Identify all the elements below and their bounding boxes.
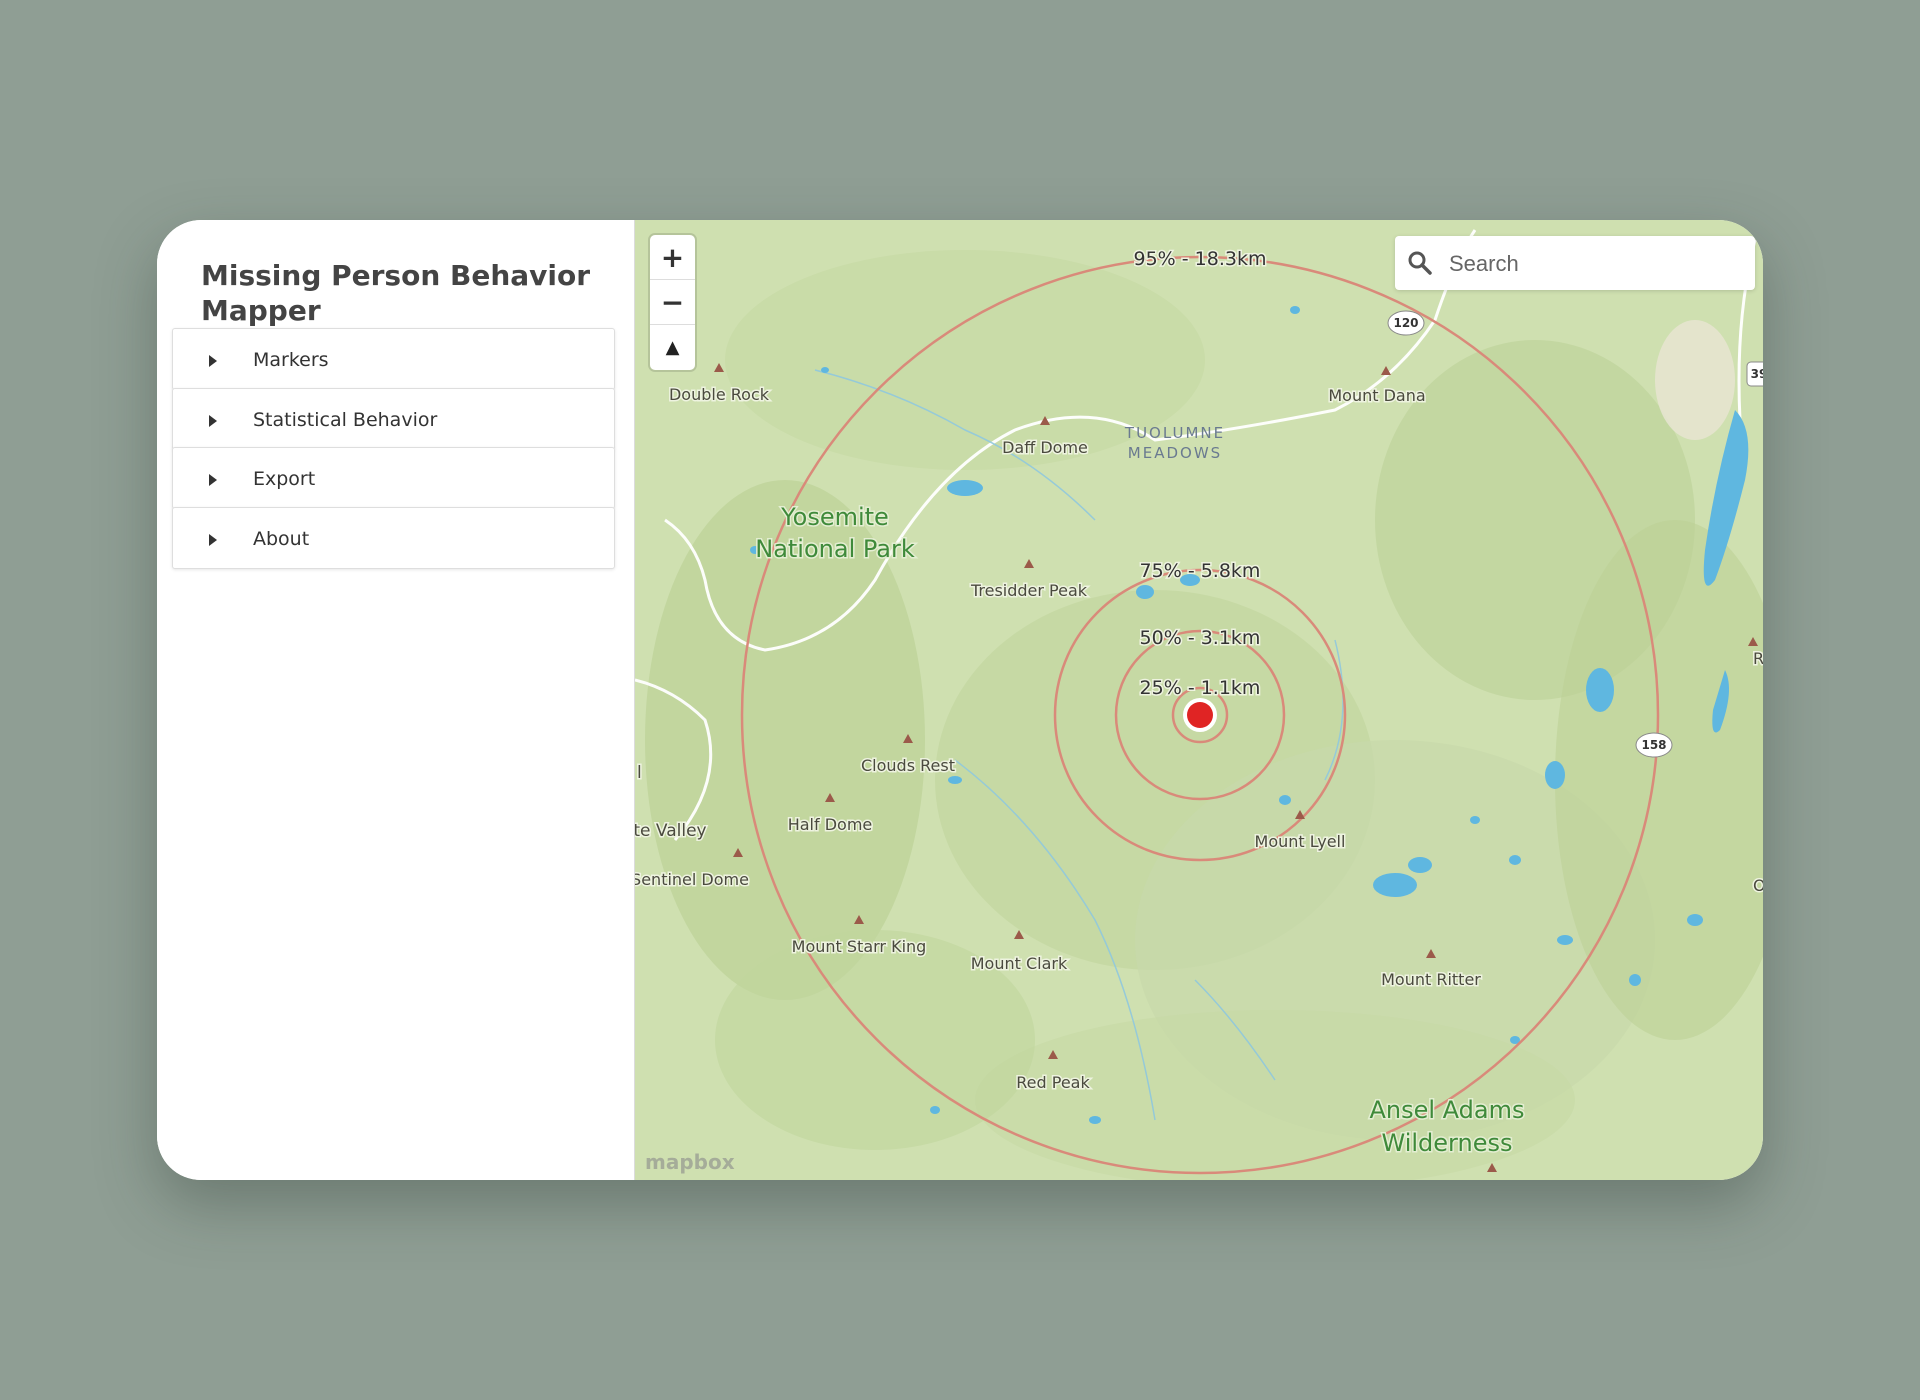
- svg-text:MEADOWS: MEADOWS: [1128, 444, 1222, 462]
- compass-button[interactable]: ▲: [650, 325, 695, 369]
- panel-export[interactable]: Export: [172, 447, 615, 509]
- svg-text:39: 39: [1751, 367, 1763, 381]
- caret-right-icon: [209, 474, 217, 486]
- map-canvas[interactable]: Double Rock Daff Dome Mount Dana Tresidd…: [635, 220, 1763, 1180]
- sidebar: Missing Person Behavior Mapper Markers S…: [157, 220, 635, 1180]
- highway-120-shield: 120: [1387, 310, 1425, 336]
- ring-label-95: 95% - 18.3km: [1134, 248, 1267, 270]
- label-owe: Owe: [1753, 876, 1763, 895]
- panel-label: Statistical Behavior: [253, 409, 438, 431]
- label-valley: te Valley: [635, 821, 707, 841]
- label-half-dome: Half Dome: [788, 815, 873, 834]
- label-tresidder-peak: Tresidder Peak: [970, 581, 1088, 600]
- ring-label-50: 50% - 3.1km: [1140, 627, 1261, 649]
- panel-markers[interactable]: Markers: [172, 328, 615, 390]
- label-mount-ritter: Mount Ritter: [1381, 970, 1481, 989]
- app-title: Missing Person Behavior Mapper: [201, 259, 591, 327]
- panel-statistical-behavior[interactable]: Statistical Behavior: [172, 388, 615, 450]
- label-clouds-rest: Clouds Rest: [861, 756, 955, 775]
- search-icon: [1408, 251, 1432, 275]
- svg-text:Yosemite: Yosemite: [780, 503, 889, 531]
- mapbox-attribution[interactable]: mapbox: [645, 1150, 735, 1174]
- label-mount-starr-king: Mount Starr King: [792, 937, 927, 956]
- ring-label-25: 25% - 1.1km: [1140, 677, 1261, 699]
- zoom-out-button[interactable]: −: [650, 280, 695, 324]
- label-red-peak: Red Peak: [1016, 1073, 1090, 1092]
- label-mount-lyell: Mount Lyell: [1255, 832, 1346, 851]
- label-daff-dome: Daff Dome: [1002, 438, 1088, 457]
- label-sentinel-dome: Sentinel Dome: [635, 870, 749, 889]
- caret-right-icon: [209, 534, 217, 546]
- svg-text:National Park: National Park: [755, 535, 915, 563]
- zoom-in-button[interactable]: +: [650, 235, 695, 279]
- svg-text:120: 120: [1393, 316, 1418, 330]
- label-l-edge: l: [637, 763, 642, 783]
- label-mount-dana: Mount Dana: [1328, 386, 1425, 405]
- caret-right-icon: [209, 415, 217, 427]
- panel-label: About: [253, 528, 310, 550]
- highway-158-shield: 158: [1635, 732, 1673, 758]
- svg-text:TUOLUMNE: TUOLUMNE: [1124, 424, 1225, 442]
- svg-text:Ansel Adams: Ansel Adams: [1369, 1096, 1524, 1124]
- map-zoom-controls: + − ▲: [650, 235, 695, 370]
- label-mount-clark: Mount Clark: [971, 954, 1068, 973]
- svg-text:158: 158: [1641, 738, 1666, 752]
- map-view[interactable]: Double Rock Daff Dome Mount Dana Tresidd…: [635, 220, 1763, 1180]
- compass-icon: ▲: [665, 336, 680, 358]
- caret-right-icon: [209, 355, 217, 367]
- app-window: Missing Person Behavior Mapper Markers S…: [157, 220, 1763, 1180]
- last-known-point-marker[interactable]: [1183, 698, 1217, 732]
- search-input[interactable]: [1447, 243, 1741, 285]
- panel-label: Export: [253, 468, 316, 490]
- label-reversed: Reversed: [1753, 649, 1763, 668]
- highway-395-shield: 39: [1746, 361, 1763, 387]
- panel-about[interactable]: About: [172, 507, 615, 569]
- panel-label: Markers: [253, 349, 329, 371]
- search-bar: [1395, 236, 1755, 290]
- ring-label-75: 75% - 5.8km: [1140, 560, 1261, 582]
- svg-text:Wilderness: Wilderness: [1382, 1129, 1513, 1157]
- label-double-rock: Double Rock: [669, 385, 770, 404]
